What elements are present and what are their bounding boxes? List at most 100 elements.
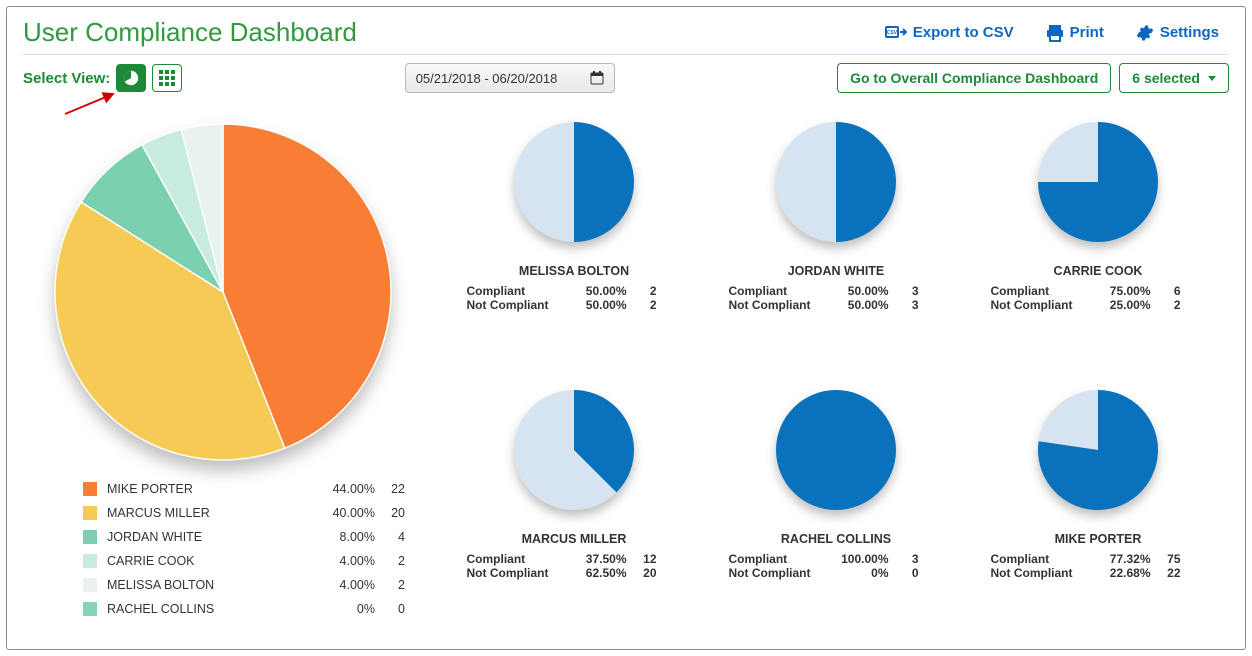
legend-pct: 8.00% xyxy=(315,530,375,544)
legend-name: CARRIE COOK xyxy=(107,554,315,568)
metric-compliant-pct: 100.00% xyxy=(824,552,889,566)
legend-swatch xyxy=(83,530,97,544)
metric-compliant-pct: 50.00% xyxy=(562,284,627,298)
users-grid: MELISSA BOLTONCompliant50.00%2Not Compli… xyxy=(443,117,1229,627)
metric-compliant-count: 2 xyxy=(627,284,657,298)
metric-noncompliant-count: 22 xyxy=(1151,566,1181,580)
legend-row[interactable]: MIKE PORTER44.00%22 xyxy=(83,477,405,501)
overview-legend[interactable]: MIKE PORTER44.00%22MARCUS MILLER40.00%20… xyxy=(23,477,423,627)
user-name: JORDAN WHITE xyxy=(705,264,967,278)
select-view-label: Select View: xyxy=(23,70,110,87)
user-card: MIKE PORTER Compliant77.32%75 Not Complian… xyxy=(967,385,1229,627)
user-pie-chart xyxy=(771,117,901,247)
metric-noncompliant-count: 2 xyxy=(1151,298,1181,312)
legend-row[interactable]: CARRIE COOK4.00%2 xyxy=(83,549,405,573)
legend-name: RACHEL COLLINS xyxy=(107,602,315,616)
export-csv-label: Export to CSV xyxy=(913,24,1014,41)
user-name: RACHEL COLLINS xyxy=(705,532,967,546)
overview-panel: MIKE PORTER44.00%22MARCUS MILLER40.00%20… xyxy=(23,117,423,627)
metric-noncompliant-count: 2 xyxy=(627,298,657,312)
metric-compliant-count: 12 xyxy=(627,552,657,566)
legend-row[interactable]: JORDAN WHITE8.00%4 xyxy=(83,525,405,549)
metric-compliant-count: 3 xyxy=(889,552,919,566)
print-icon xyxy=(1046,24,1064,42)
metric-compliant-label: Compliant xyxy=(991,552,1086,566)
legend-count: 22 xyxy=(375,482,405,496)
legend-swatch xyxy=(83,482,97,496)
export-csv-button[interactable]: CSV Export to CSV xyxy=(885,24,1014,42)
page-title: User Compliance Dashboard xyxy=(23,17,357,48)
user-card: MARCUS MILLERCompliant37.50%12Not Compli… xyxy=(443,385,705,627)
selected-dropdown[interactable]: 6 selected xyxy=(1119,63,1229,93)
selected-count-label: 6 selected xyxy=(1132,70,1200,86)
metric-noncompliant-label: Not Compliant xyxy=(991,566,1086,580)
metric-compliant-pct: 50.00% xyxy=(824,284,889,298)
user-pie-chart xyxy=(509,385,639,515)
legend-pct: 4.00% xyxy=(315,578,375,592)
legend-count: 20 xyxy=(375,506,405,520)
legend-pct: 44.00% xyxy=(315,482,375,496)
user-card: MELISSA BOLTONCompliant50.00%2Not Compli… xyxy=(443,117,705,359)
metric-compliant-pct: 37.50% xyxy=(562,552,627,566)
legend-row[interactable]: RACHEL COLLINS0%0 xyxy=(83,597,405,621)
legend-pct: 4.00% xyxy=(315,554,375,568)
metric-noncompliant-label: Not Compliant xyxy=(729,298,824,312)
select-view-group: Select View: xyxy=(23,64,182,92)
user-name: CARRIE COOK xyxy=(967,264,1229,278)
user-pie-chart xyxy=(1033,385,1163,515)
legend-count: 0 xyxy=(375,602,405,616)
legend-row[interactable]: MELISSA BOLTON4.00%2 xyxy=(83,573,405,597)
gear-icon xyxy=(1136,24,1154,42)
metric-noncompliant-pct: 50.00% xyxy=(562,298,627,312)
legend-swatch xyxy=(83,554,97,568)
settings-button[interactable]: Settings xyxy=(1136,24,1219,42)
user-card: RACHEL COLLINS Compliant100.00%3 Not Compl… xyxy=(705,385,967,627)
metric-noncompliant-count: 3 xyxy=(889,298,919,312)
metric-noncompliant-label: Not Compliant xyxy=(991,298,1086,312)
legend-name: JORDAN WHITE xyxy=(107,530,315,544)
svg-text:CSV: CSV xyxy=(887,30,898,36)
print-label: Print xyxy=(1070,24,1104,41)
legend-count: 4 xyxy=(375,530,405,544)
legend-name: MARCUS MILLER xyxy=(107,506,315,520)
metric-compliant-count: 3 xyxy=(889,284,919,298)
metric-noncompliant-label: Not Compliant xyxy=(467,566,562,580)
metric-compliant-count: 75 xyxy=(1151,552,1181,566)
grid-icon xyxy=(158,69,176,87)
metric-noncompliant-pct: 25.00% xyxy=(1086,298,1151,312)
view-grid-button[interactable] xyxy=(152,64,182,92)
metric-noncompliant-count: 0 xyxy=(889,566,919,580)
metric-noncompliant-pct: 22.68% xyxy=(1086,566,1151,580)
metric-compliant-label: Compliant xyxy=(467,552,562,566)
legend-swatch xyxy=(83,602,97,616)
legend-count: 2 xyxy=(375,578,405,592)
metric-compliant-pct: 75.00% xyxy=(1086,284,1151,298)
user-card: JORDAN WHITE Compliant50.00%3 Not Complian… xyxy=(705,117,967,359)
view-pie-button[interactable] xyxy=(116,64,146,92)
user-pie-chart xyxy=(1033,117,1163,247)
legend-pct: 0% xyxy=(315,602,375,616)
legend-count: 2 xyxy=(375,554,405,568)
legend-swatch xyxy=(83,578,97,592)
metric-compliant-label: Compliant xyxy=(729,284,824,298)
user-pie-chart xyxy=(509,117,639,247)
metric-noncompliant-pct: 50.00% xyxy=(824,298,889,312)
metric-compliant-label: Compliant xyxy=(729,552,824,566)
calendar-icon xyxy=(590,71,604,85)
export-icon: CSV xyxy=(885,24,907,42)
overview-pie-chart xyxy=(48,117,398,467)
metric-noncompliant-pct: 0% xyxy=(824,566,889,580)
date-range-button[interactable]: 05/21/2018 - 06/20/2018 xyxy=(405,63,615,93)
overall-dashboard-button[interactable]: Go to Overall Compliance Dashboard xyxy=(837,63,1111,93)
user-name: MIKE PORTER xyxy=(967,532,1229,546)
print-button[interactable]: Print xyxy=(1046,24,1104,42)
metric-compliant-pct: 77.32% xyxy=(1086,552,1151,566)
metric-noncompliant-label: Not Compliant xyxy=(729,566,824,580)
legend-name: MELISSA BOLTON xyxy=(107,578,315,592)
metric-noncompliant-count: 20 xyxy=(627,566,657,580)
legend-swatch xyxy=(83,506,97,520)
chevron-down-icon xyxy=(1208,76,1216,81)
annotation-arrow-icon xyxy=(63,92,123,116)
legend-row[interactable]: MARCUS MILLER40.00%20 xyxy=(83,501,405,525)
user-pie-chart xyxy=(771,385,901,515)
